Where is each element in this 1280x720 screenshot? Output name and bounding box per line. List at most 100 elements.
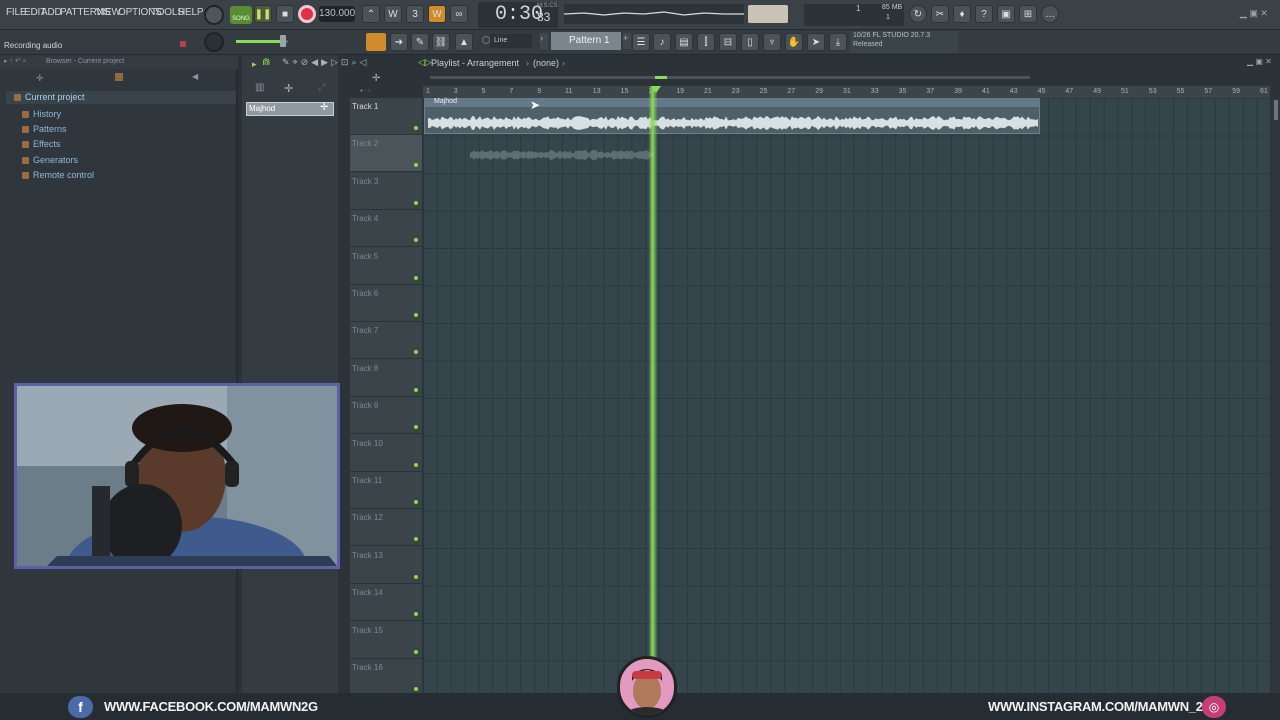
- track-header[interactable]: Track 13: [350, 547, 422, 584]
- track-mute-led-icon[interactable]: [414, 574, 418, 579]
- magnet-icon[interactable]: [482, 36, 490, 44]
- picker-grid-icon[interactable]: ▥: [255, 82, 264, 93]
- track-mute-led-icon[interactable]: [414, 350, 418, 355]
- track-header[interactable]: Track 5: [350, 248, 422, 285]
- track-mute-led-icon[interactable]: [414, 462, 418, 467]
- channel-rack-icon[interactable]: ▤: [675, 33, 693, 51]
- track-header[interactable]: Track 9: [350, 397, 422, 435]
- snap-selector[interactable]: Line: [490, 34, 532, 48]
- playhead-marker-icon[interactable]: [651, 86, 661, 93]
- playlist-icon[interactable]: ☰: [632, 33, 650, 51]
- track-mute-led-icon[interactable]: [414, 275, 418, 280]
- track-header[interactable]: Track 3: [350, 173, 422, 210]
- download-icon[interactable]: ⤓: [829, 33, 847, 51]
- browser-item-remote-control[interactable]: Remote control: [22, 170, 94, 180]
- stop-button[interactable]: ■: [276, 5, 294, 23]
- track-header[interactable]: Track 12: [350, 509, 422, 547]
- facebook-link[interactable]: WWW.FACEBOOK.COM/MAMWN2G: [104, 699, 318, 714]
- track-header[interactable]: Track 4: [350, 210, 422, 248]
- clip-name[interactable]: Majhod: [424, 98, 1040, 107]
- master-volume-knob[interactable]: [204, 5, 224, 25]
- playhead[interactable]: [649, 86, 658, 691]
- wait-input-icon[interactable]: W: [384, 5, 402, 23]
- stamp-icon[interactable]: ▲: [455, 33, 473, 51]
- track-header[interactable]: Track 2: [350, 135, 422, 173]
- pattern-add-icon[interactable]: +: [623, 33, 631, 49]
- cut-icon[interactable]: ✂: [931, 5, 949, 23]
- magnet-snap-icon[interactable]: ⋒: [262, 57, 270, 68]
- browser-collapse-icon[interactable]: ✛: [36, 73, 44, 84]
- menu-help[interactable]: HELP: [178, 7, 204, 18]
- window-controls[interactable]: ▁ ▣ ✕: [1240, 8, 1268, 19]
- song-mode-toggle[interactable]: SONG: [230, 6, 252, 24]
- track-mute-led-icon[interactable]: [414, 200, 418, 205]
- countdown-icon[interactable]: 3: [406, 5, 424, 23]
- playlist-play-icon[interactable]: ◁▷: [418, 57, 432, 68]
- menu-add[interactable]: ADD: [41, 7, 62, 18]
- picker-move-icon[interactable]: ✛: [284, 82, 293, 95]
- tempo-tapper-icon[interactable]: ✋: [785, 33, 803, 51]
- arrow-right-icon[interactable]: ➜: [390, 33, 408, 51]
- track-mute-led-icon[interactable]: [414, 387, 418, 392]
- mixer-icon[interactable]: ⊞: [1019, 5, 1037, 23]
- track-header[interactable]: Track 8: [350, 360, 422, 397]
- folder-icon[interactable]: [115, 73, 123, 81]
- picker-stretch-icon[interactable]: ⤢: [318, 82, 325, 93]
- track-mute-led-icon[interactable]: [414, 687, 418, 691]
- browser-item-generators[interactable]: Generators: [22, 155, 78, 165]
- track-header[interactable]: Track 11: [350, 472, 422, 509]
- undo-history-icon[interactable]: ↻: [909, 5, 927, 23]
- browser-nav-icons[interactable]: ▸ ↑ ↶ ⌕: [4, 57, 27, 66]
- track-mute-led-icon[interactable]: [414, 537, 418, 542]
- track-mute-led-icon[interactable]: [414, 425, 418, 430]
- track-mute-led-icon[interactable]: [414, 313, 418, 317]
- help-icon[interactable]: ?: [975, 5, 993, 23]
- playlist-view-icon[interactable]: [366, 33, 386, 51]
- piano-roll-icon[interactable]: ♪: [653, 33, 671, 51]
- metronome-icon[interactable]: ⌃: [362, 5, 380, 23]
- loop-record-icon[interactable]: ∞: [450, 5, 468, 23]
- track-mute-led-icon[interactable]: [414, 500, 418, 504]
- track-header[interactable]: Track 10: [350, 435, 422, 472]
- clipboard-icon[interactable]: ▯: [741, 33, 759, 51]
- vertical-scrollbar[interactable]: [1271, 98, 1280, 693]
- tempo-display[interactable]: 130.000: [319, 6, 355, 22]
- step-edit-icon[interactable]: W: [428, 5, 446, 23]
- browser-item-history[interactable]: History: [22, 109, 61, 119]
- playlist-window-controls[interactable]: ▁ ▣ ✕: [1247, 57, 1272, 66]
- browser-item-patterns[interactable]: Patterns: [22, 124, 67, 134]
- arrangement-chevron-icon[interactable]: ›: [562, 58, 565, 68]
- track-header[interactable]: Track 1: [350, 98, 422, 135]
- pattern-selector[interactable]: Pattern 1: [551, 32, 621, 50]
- mixer-view-icon[interactable]: ⫿: [697, 33, 715, 51]
- picker-item-add-icon[interactable]: ✛: [320, 102, 328, 113]
- pencil-icon[interactable]: ✎: [411, 33, 429, 51]
- track-header[interactable]: Track 6: [350, 285, 422, 322]
- ruler-zoom-icons[interactable]: ● ◦ ○: [360, 88, 371, 94]
- playlist-arrow-icon[interactable]: ▸: [252, 59, 257, 70]
- chat-icon[interactable]: …: [1041, 5, 1059, 23]
- timeline-ruler[interactable]: 1357911131517192123252729313335373941434…: [423, 86, 1270, 98]
- browser-icon[interactable]: ⊟: [719, 33, 737, 51]
- pattern-prev-icon[interactable]: ›: [540, 33, 548, 49]
- track-mute-led-icon[interactable]: [414, 126, 418, 130]
- track-header[interactable]: Track 7: [350, 322, 422, 360]
- master-slider-handle[interactable]: [280, 35, 286, 47]
- pause-button[interactable]: ❚❚: [254, 5, 272, 23]
- master-pitch-knob[interactable]: [204, 32, 224, 52]
- record-button[interactable]: [298, 5, 316, 23]
- track-mute-led-icon[interactable]: [414, 238, 418, 243]
- link-icon[interactable]: ⛓: [432, 33, 450, 51]
- track-header[interactable]: Track 14: [350, 584, 422, 622]
- track-mute-led-icon[interactable]: [414, 649, 418, 654]
- ruler-move-icon[interactable]: ✛: [372, 73, 380, 84]
- browser-item-effects[interactable]: Effects: [22, 139, 60, 149]
- track-header[interactable]: Track 15: [350, 622, 422, 659]
- arrangement-selector[interactable]: (none): [533, 58, 559, 68]
- track-mute-led-icon[interactable]: [414, 163, 418, 168]
- render-icon[interactable]: ➤: [807, 33, 825, 51]
- browser-root[interactable]: Current project: [14, 92, 85, 102]
- save-icon[interactable]: ▣: [997, 5, 1015, 23]
- playlist-tools-icons[interactable]: ✎⌖⊘◀▶▷⊡⌕◁: [282, 57, 369, 68]
- horizontal-scrollbar[interactable]: [430, 76, 1030, 79]
